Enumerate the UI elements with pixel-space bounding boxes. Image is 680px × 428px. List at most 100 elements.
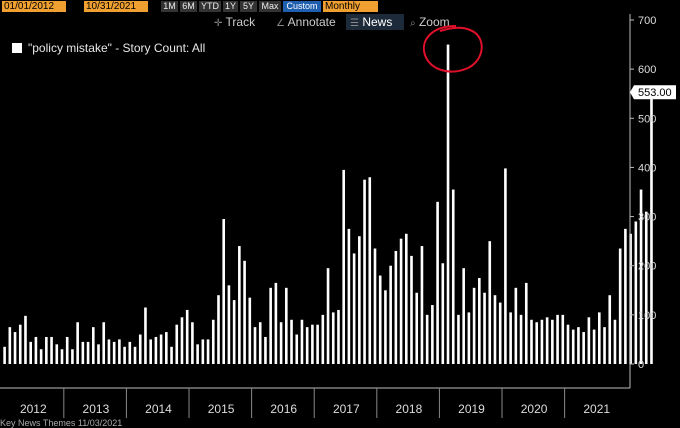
bar bbox=[133, 346, 137, 364]
bar bbox=[530, 319, 533, 364]
bar bbox=[60, 349, 64, 364]
bar bbox=[571, 329, 575, 364]
x-year-label: 2020 bbox=[521, 402, 548, 416]
y-tick-label: 200 bbox=[638, 261, 656, 273]
bar bbox=[279, 322, 283, 364]
x-year-label: 2021 bbox=[583, 402, 610, 416]
bar bbox=[154, 336, 158, 364]
bar bbox=[238, 246, 241, 364]
bar bbox=[305, 327, 309, 364]
bar bbox=[478, 278, 481, 364]
bar-chart: 0 100 200 300 400 500 600 700 553.00 2012 2013 2014… bbox=[0, 14, 676, 418]
bar bbox=[389, 265, 392, 364]
bar bbox=[650, 92, 653, 365]
bar bbox=[45, 336, 48, 364]
bar bbox=[269, 287, 272, 364]
bar bbox=[472, 287, 476, 364]
bar bbox=[91, 327, 95, 364]
bar bbox=[504, 168, 507, 364]
bar bbox=[13, 332, 17, 364]
bar bbox=[598, 312, 601, 364]
x-year-label: 2017 bbox=[333, 402, 360, 416]
y-tick-label: 300 bbox=[638, 212, 656, 224]
bar bbox=[300, 319, 304, 364]
x-year-label: 2015 bbox=[208, 402, 235, 416]
bar bbox=[457, 314, 460, 364]
bar bbox=[3, 346, 6, 364]
bar bbox=[509, 312, 512, 364]
bar bbox=[206, 339, 210, 364]
y-tick-label: 700 bbox=[638, 15, 656, 27]
bar bbox=[65, 336, 69, 364]
bar bbox=[587, 317, 591, 364]
bar bbox=[86, 341, 90, 364]
bar bbox=[431, 305, 434, 364]
bar bbox=[634, 221, 638, 364]
bar bbox=[316, 324, 319, 364]
bar bbox=[331, 312, 335, 364]
bar bbox=[248, 297, 252, 364]
bar bbox=[285, 287, 288, 364]
bar bbox=[378, 275, 382, 364]
bar bbox=[170, 346, 173, 364]
bar bbox=[624, 228, 627, 364]
bar bbox=[566, 324, 570, 364]
bar bbox=[290, 319, 293, 364]
bar bbox=[326, 268, 330, 364]
bar bbox=[8, 327, 12, 364]
bar bbox=[545, 317, 549, 364]
bar bbox=[608, 295, 612, 364]
bar bbox=[603, 327, 606, 364]
bar bbox=[112, 341, 116, 364]
bar bbox=[613, 319, 617, 364]
bar bbox=[358, 236, 361, 364]
bar bbox=[191, 322, 194, 364]
bar bbox=[29, 341, 32, 364]
x-year-label: 2012 bbox=[20, 402, 47, 416]
bar bbox=[347, 228, 351, 364]
bar bbox=[404, 233, 408, 364]
bar bbox=[144, 307, 147, 364]
bar bbox=[556, 314, 559, 364]
bar bbox=[540, 319, 544, 364]
bar bbox=[211, 319, 215, 364]
bar bbox=[138, 334, 142, 364]
bar bbox=[420, 246, 424, 364]
bar bbox=[582, 332, 585, 364]
footer-text: Key News Themes 11/03/2021 bbox=[0, 418, 123, 428]
bar bbox=[217, 295, 220, 364]
bar bbox=[264, 336, 267, 364]
bar bbox=[373, 248, 377, 364]
bar bbox=[149, 339, 152, 364]
bar bbox=[159, 334, 163, 364]
x-year-label: 2018 bbox=[396, 402, 423, 416]
bar bbox=[363, 179, 366, 364]
y-tick-label: 0 bbox=[638, 359, 644, 371]
bar bbox=[102, 322, 106, 364]
bar bbox=[451, 189, 455, 364]
bar bbox=[123, 346, 126, 364]
bar bbox=[97, 344, 100, 364]
bar bbox=[39, 349, 43, 364]
bar bbox=[410, 255, 413, 364]
bar bbox=[493, 295, 497, 364]
bar bbox=[415, 292, 419, 364]
bar bbox=[243, 260, 246, 364]
bar bbox=[519, 314, 523, 364]
bar bbox=[394, 250, 398, 364]
bar bbox=[446, 44, 450, 364]
bar bbox=[467, 312, 471, 364]
bar bbox=[222, 219, 226, 364]
y-tick-label: 400 bbox=[638, 162, 656, 174]
bar bbox=[274, 282, 278, 364]
bar bbox=[592, 329, 596, 364]
x-year-label: 2013 bbox=[83, 402, 110, 416]
bar bbox=[55, 344, 59, 364]
bar bbox=[180, 317, 184, 364]
bar bbox=[368, 177, 372, 364]
y-tick-label: 500 bbox=[638, 113, 656, 125]
bar bbox=[34, 336, 38, 364]
bar bbox=[232, 300, 236, 364]
x-year-label: 2016 bbox=[270, 402, 297, 416]
bar bbox=[618, 248, 622, 364]
